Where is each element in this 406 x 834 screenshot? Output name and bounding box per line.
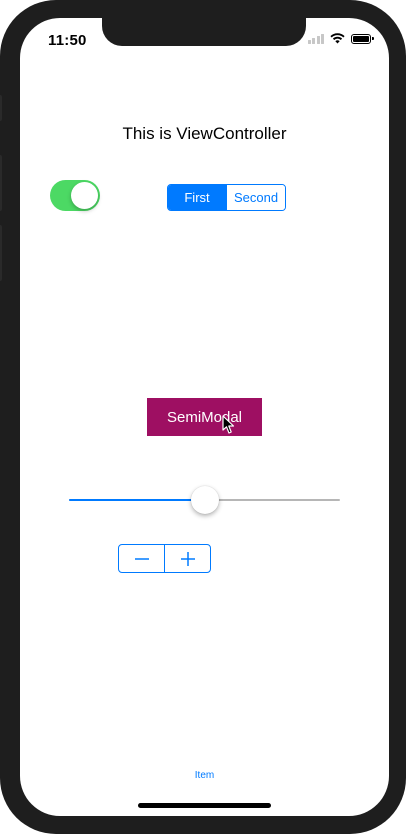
volume-up-button — [0, 155, 2, 211]
stepper — [118, 544, 211, 573]
status-indicators — [307, 33, 374, 44]
semi-modal-button[interactable]: SemiModal — [147, 398, 262, 436]
segmented-control: First Second — [167, 184, 286, 211]
mouse-cursor-icon — [222, 415, 235, 434]
slider[interactable] — [69, 486, 340, 514]
screen: 11:50 This is ViewController First Secon… — [20, 18, 389, 816]
status-time: 11:50 — [48, 32, 87, 49]
view-title: This is ViewController — [122, 124, 287, 143]
stepper-increment-button[interactable] — [164, 545, 210, 572]
toggle-knob — [71, 182, 98, 209]
segment-second[interactable]: Second — [226, 185, 285, 210]
minus-icon — [134, 557, 149, 560]
slider-thumb[interactable] — [190, 486, 219, 514]
stepper-decrement-button[interactable] — [119, 545, 164, 572]
notch — [102, 18, 306, 46]
slider-fill — [69, 499, 205, 501]
home-indicator — [138, 803, 271, 808]
device-frame: 11:50 This is ViewController First Secon… — [0, 0, 406, 834]
toggle-switch[interactable] — [50, 180, 100, 211]
cellular-signal-icon — [307, 33, 324, 44]
plus-icon — [180, 551, 195, 566]
wifi-icon — [330, 33, 345, 44]
segment-first[interactable]: First — [168, 185, 226, 210]
tab-bar-item[interactable]: Item — [20, 770, 389, 781]
battery-icon — [351, 33, 374, 44]
mute-switch — [0, 95, 2, 121]
volume-down-button — [0, 225, 2, 281]
